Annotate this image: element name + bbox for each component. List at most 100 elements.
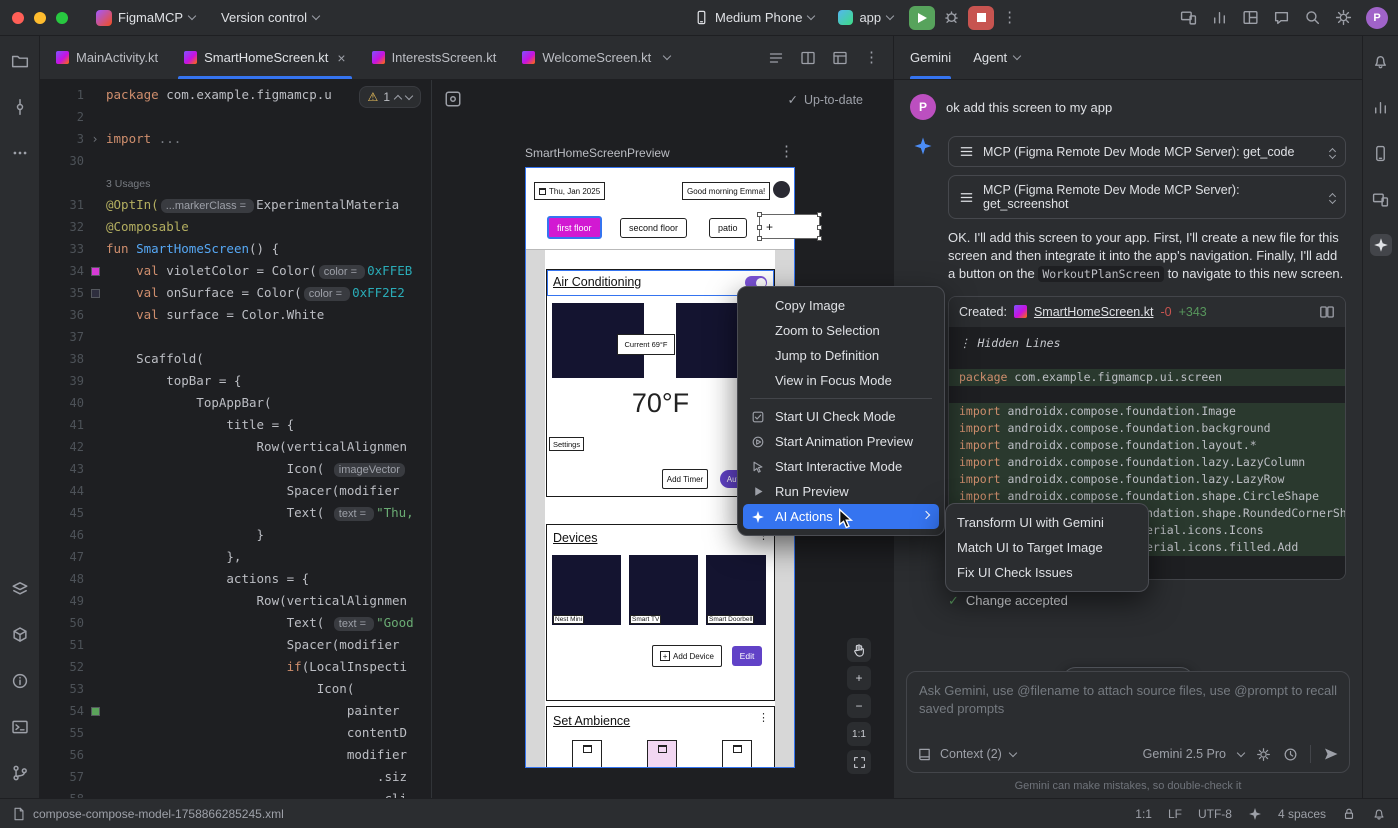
status-file-name[interactable]: compose-compose-model-1758866285245.xml	[33, 807, 284, 821]
search-icon[interactable]	[1304, 9, 1321, 26]
prompt-settings-gear-icon[interactable]	[1256, 747, 1271, 762]
problems-icon[interactable]	[9, 670, 31, 692]
edit-button[interactable]: Edit	[732, 646, 762, 666]
selected-element-box[interactable]: +	[759, 214, 820, 239]
resize-handle[interactable]	[757, 225, 762, 230]
more-actions-button[interactable]: ⋮	[1002, 10, 1017, 25]
zoom-out-button[interactable]: −	[847, 694, 871, 718]
design-view-icon[interactable]	[832, 50, 848, 66]
floor-tab-patio[interactable]: patio	[709, 218, 747, 238]
terminal-icon[interactable]	[9, 716, 31, 738]
preview-title[interactable]: SmartHomeScreenPreview	[525, 146, 670, 160]
gemini-icon[interactable]	[1370, 234, 1392, 256]
expand-collapse-icon[interactable]	[1330, 146, 1335, 158]
menu-item-start-ui-check-mode[interactable]: Start UI Check Mode	[743, 404, 939, 429]
preview-mode-icon[interactable]	[444, 90, 462, 108]
resize-handle[interactable]	[757, 236, 762, 241]
project-folder-icon[interactable]	[9, 50, 31, 72]
tab-smarthomescreen[interactable]: SmartHomeScreen.kt ×	[172, 36, 357, 79]
scroll-to-bottom-button[interactable]: Scroll to bottom	[1063, 667, 1194, 671]
menu-item-view-in-focus-mode[interactable]: View in Focus Mode	[743, 368, 939, 393]
ambience-scene[interactable]	[722, 740, 752, 768]
user-avatar[interactable]: P	[1366, 7, 1388, 29]
created-filename[interactable]: SmartHomeScreen.kt	[1034, 305, 1153, 319]
menu-item-copy-image[interactable]: Copy Image	[743, 293, 939, 318]
tool-call-card-get-screenshot[interactable]: MCP (Figma Remote Dev Mode MCP Server): …	[948, 175, 1346, 219]
running-devices-icon[interactable]	[1370, 188, 1392, 210]
add-timer-button[interactable]: Add Timer	[662, 469, 708, 489]
zoom-to-fit-button[interactable]	[847, 750, 871, 774]
split-view-icon[interactable]	[800, 50, 816, 66]
expand-collapse-icon[interactable]	[1330, 191, 1335, 203]
menu-item-jump-to-definition[interactable]: Jump to Definition	[743, 343, 939, 368]
add-device-button[interactable]: + Add Device	[652, 645, 722, 667]
device-selector[interactable]: Medium Phone	[686, 6, 822, 29]
profiler-icon[interactable]	[1211, 9, 1228, 26]
code-view-icon[interactable]	[768, 50, 784, 66]
cursor-position[interactable]: 1:1	[1135, 807, 1152, 821]
menu-item-fix-ui-check-issues[interactable]: Fix UI Check Issues	[951, 560, 1143, 585]
prev-issue-icon[interactable]	[394, 94, 402, 102]
menu-item-start-interactive-mode[interactable]: Start Interactive Mode	[743, 454, 939, 479]
run-configuration-selector[interactable]: app	[830, 6, 901, 29]
ambience-scene[interactable]	[572, 740, 602, 768]
menu-item-start-animation-preview[interactable]: Start Animation Preview	[743, 429, 939, 454]
close-window-button[interactable]	[12, 12, 24, 24]
resource-manager-icon[interactable]	[9, 578, 31, 600]
add-floor-tab[interactable]: +	[766, 220, 773, 234]
tab-interestsscreen[interactable]: InterestsScreen.kt	[360, 36, 509, 79]
gemini-prompt-input[interactable]: Ask Gemini, use @filename to attach sour…	[906, 671, 1350, 773]
zoom-in-button[interactable]: +	[847, 666, 871, 690]
menu-item-run-preview[interactable]: Run Preview	[743, 479, 939, 504]
tool-call-card-get-code[interactable]: MCP (Figma Remote Dev Mode MCP Server): …	[948, 136, 1346, 167]
more-tool-windows-icon[interactable]	[9, 142, 31, 164]
history-clock-icon[interactable]	[1283, 747, 1298, 762]
code-editor[interactable]: ⚠ 1 1package com.example.figmamcp.u23›im…	[40, 80, 432, 798]
minimize-window-button[interactable]	[34, 12, 46, 24]
vcs-widget[interactable]: Version control	[213, 6, 327, 29]
preview-options-icon[interactable]: ⋮	[779, 144, 794, 159]
layout-inspector-icon[interactable]	[1242, 9, 1259, 26]
resize-handle[interactable]	[817, 225, 822, 230]
pan-hand-icon[interactable]	[847, 638, 871, 662]
zoom-actual-size-button[interactable]: 1:1	[847, 722, 871, 746]
tab-gemini[interactable]: Gemini	[910, 36, 951, 79]
stop-button[interactable]	[968, 6, 994, 30]
next-issue-icon[interactable]	[405, 91, 413, 99]
notifications-bell-icon[interactable]	[1370, 50, 1392, 72]
settings-gear-icon[interactable]	[1335, 9, 1352, 26]
floor-tab-first[interactable]: first floor	[547, 216, 602, 239]
line-separator[interactable]: LF	[1168, 807, 1182, 821]
resize-handle[interactable]	[817, 236, 822, 241]
menu-item-match-ui-to-target-image[interactable]: Match UI to Target Image	[951, 535, 1143, 560]
debug-button[interactable]	[943, 8, 960, 28]
device-mirroring-icon[interactable]	[1180, 9, 1197, 26]
version-control-icon[interactable]	[9, 762, 31, 784]
menu-item-ai-actions[interactable]: AI Actions	[743, 504, 939, 529]
profiler-icon[interactable]	[1370, 96, 1392, 118]
settings-label[interactable]: Settings	[549, 437, 584, 451]
resize-handle[interactable]	[757, 212, 762, 217]
tab-mainactivity[interactable]: MainActivity.kt	[44, 36, 170, 79]
project-selector[interactable]: FigmaMCP	[88, 6, 203, 30]
context-button[interactable]: Context (2)	[940, 747, 1002, 761]
run-button[interactable]	[909, 6, 935, 30]
inspection-widget[interactable]: ⚠ 1	[359, 86, 421, 108]
resize-handle[interactable]	[817, 212, 822, 217]
tab-welcomescreen[interactable]: WelcomeScreen.kt	[510, 36, 682, 79]
ai-chat-icon[interactable]	[1273, 9, 1290, 26]
menu-item-transform-ui-with-gemini[interactable]: Transform UI with Gemini	[951, 510, 1143, 535]
model-selector[interactable]: Gemini 2.5 Pro	[1143, 747, 1226, 761]
notifications-bell-icon[interactable]	[1372, 807, 1386, 821]
close-tab-icon[interactable]: ×	[337, 50, 345, 66]
zoom-window-button[interactable]	[56, 12, 68, 24]
hidden-tabs-chevron-icon[interactable]	[663, 52, 671, 60]
ai-sparkle-icon[interactable]	[1248, 807, 1262, 821]
tab-options-icon[interactable]: ⋮	[864, 50, 879, 65]
file-encoding[interactable]: UTF-8	[1198, 807, 1232, 821]
section-options-icon[interactable]: ⋮	[758, 711, 769, 724]
floor-tab-second[interactable]: second floor	[620, 218, 687, 238]
device-manager-icon[interactable]	[1370, 142, 1392, 164]
ambience-scene[interactable]	[647, 740, 677, 768]
send-icon[interactable]	[1323, 746, 1339, 762]
